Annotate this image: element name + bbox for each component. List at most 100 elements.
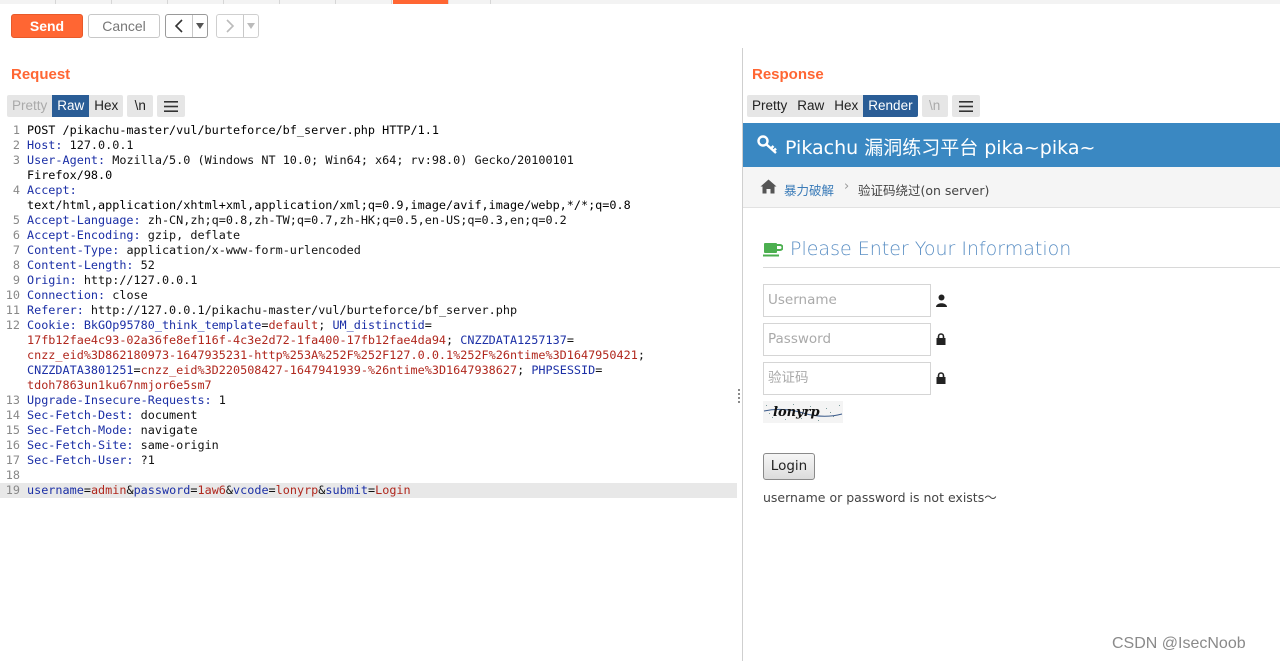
editor-line[interactable]: 8 Content-Length: 52 — [0, 258, 737, 273]
token: Login — [375, 483, 411, 497]
line-number: 17 — [5, 453, 20, 467]
key-icon — [757, 135, 777, 154]
editor-line[interactable]: 14 Sec-Fetch-Dest: document — [0, 408, 737, 423]
request-tab-hex[interactable]: Hex — [89, 95, 124, 117]
token: & — [126, 483, 134, 497]
breadcrumb-current: 验证码绕过(on server) — [858, 183, 990, 198]
forward-nav-group — [216, 14, 259, 38]
editor-line[interactable]: 15 Sec-Fetch-Mode: navigate — [0, 423, 737, 438]
editor-line[interactable]: 2 Host: 127.0.0.1 — [0, 138, 737, 153]
forward-button[interactable] — [217, 15, 243, 37]
response-tab-raw[interactable]: Raw — [792, 95, 830, 117]
line-number: 13 — [5, 393, 20, 407]
header-value: Mozilla/5.0 (Windows NT 10.0; Win64; x64… — [105, 153, 574, 167]
line-number: 4 — [12, 183, 20, 197]
editor-line[interactable]: 16 Sec-Fetch-Site: same-origin — [0, 438, 737, 453]
home-icon[interactable] — [760, 179, 777, 194]
header-name: Host: — [27, 138, 63, 152]
editor-line[interactable]: 6 Accept-Encoding: gzip, deflate — [0, 228, 737, 243]
header-value: zh-CN,zh;q=0.8,zh-TW;q=0.7,zh-HK;q=0.5,e… — [140, 213, 567, 227]
send-button[interactable]: Send — [11, 14, 83, 38]
editor-line[interactable]: 13 Upgrade-Insecure-Requests: 1 — [0, 393, 737, 408]
editor-line[interactable]: 9 Origin: http://127.0.0.1 — [0, 273, 737, 288]
header-value: close — [105, 288, 148, 302]
editor-line[interactable]: 4 Accept: — [0, 183, 737, 198]
breadcrumb-link[interactable]: 暴力破解 — [784, 180, 834, 199]
line-number: 5 — [12, 213, 20, 227]
forward-history-dropdown[interactable] — [243, 15, 258, 37]
breadcrumb: 暴力破解 › 验证码绕过(on server) — [743, 167, 1280, 208]
token: 17fb12fae4c93-02a36fe8ef116f-4c3e2d72-1f… — [27, 333, 447, 347]
editor-line[interactable]: 10 Connection: close — [0, 288, 737, 303]
header-name: Sec-Fetch-User: — [27, 453, 134, 467]
token: vcode — [233, 483, 269, 497]
editor-line[interactable]: 5 Accept-Language: zh-CN,zh;q=0.8,zh-TW;q… — [0, 213, 737, 228]
token: CNZZDATA3801251 — [27, 363, 134, 377]
editor-line[interactable]: Firefox/98.0 — [0, 168, 737, 183]
token: = — [133, 363, 141, 377]
header-name: Upgrade-Insecure-Requests: — [27, 393, 212, 407]
request-tab-pretty[interactable]: Pretty — [7, 95, 53, 117]
back-button[interactable] — [166, 15, 192, 37]
header-value: 127.0.0.1 — [62, 138, 134, 152]
header-value: http://127.0.0.1 — [76, 273, 198, 287]
cancel-button[interactable]: Cancel — [88, 14, 160, 38]
line-number: 19 — [5, 483, 20, 497]
password-input[interactable]: Password — [763, 323, 931, 356]
editor-line[interactable]: CNZZDATA3801251=cnzz_eid%3D220508427-164… — [0, 363, 737, 378]
request-title: Request — [11, 66, 71, 83]
captcha-input[interactable]: 验证码 — [763, 362, 931, 395]
line-text: Firefox/98.0 — [27, 168, 113, 182]
line-number: 11 — [5, 303, 20, 317]
username-input[interactable]: Username — [763, 284, 931, 317]
editor-line[interactable]: cnzz_eid%3D862180973-1647935231-http%253… — [0, 348, 737, 363]
token: CNZZDATA1257137 — [460, 333, 567, 347]
request-tab-raw[interactable]: Raw — [52, 95, 90, 117]
line-text: User-Agent: Mozilla/5.0 (Windows NT 10.0… — [27, 153, 574, 168]
header-value: 52 — [133, 258, 155, 272]
request-editor[interactable]: 1 POST /pikachu-master/vul/burteforce/bf_… — [0, 123, 737, 661]
editor-line[interactable]: 18 — [0, 468, 737, 483]
hamburger-menu-icon — [958, 100, 973, 112]
response-options-menu[interactable] — [951, 95, 980, 117]
response-tab-hex[interactable]: Hex — [829, 95, 864, 117]
header-value: document — [133, 408, 198, 422]
editor-line[interactable]: 3 User-Agent: Mozilla/5.0 (Windows NT 10.… — [0, 153, 737, 168]
pane-resize-handle[interactable] — [737, 389, 741, 405]
response-format-bar: Pretty Raw Hex Render \n — [747, 95, 980, 117]
editor-line[interactable]: 7 Content-Type: application/x-www-form-ur… — [0, 243, 737, 258]
captcha-image[interactable]: lonyrp — [763, 401, 843, 423]
editor-line[interactable]: 17fb12fae4c93-02a36fe8ef116f-4c3e2d72-1f… — [0, 333, 737, 348]
lock-icon — [936, 333, 946, 345]
header-name: Content-Length: — [27, 258, 134, 272]
token: password — [133, 483, 191, 497]
editor-line[interactable]: 19 username=admin&password=1aw6&vcode=lon… — [0, 483, 737, 498]
response-tab-render[interactable]: Render — [863, 95, 918, 117]
token: default — [268, 318, 319, 332]
request-options-menu[interactable] — [157, 95, 186, 117]
chevron-left-icon — [174, 19, 183, 33]
header-value: http://127.0.0.1/pikachu-master/vul/burt… — [83, 303, 518, 317]
token: ; — [517, 363, 532, 377]
editor-line[interactable]: 17 Sec-Fetch-User: ?1 — [0, 453, 737, 468]
line-number: 18 — [5, 468, 20, 482]
login-button[interactable]: Login — [763, 453, 815, 480]
header-name: Accept: — [27, 183, 77, 197]
editor-line[interactable]: 12 Cookie: BkGOp95780_think_template=defa… — [0, 318, 737, 333]
line-number: 1 — [12, 123, 20, 137]
editor-line[interactable]: 11 Referer: http://127.0.0.1/pikachu-mast… — [0, 303, 737, 318]
header-value: application/x-www-form-urlencoded — [119, 243, 361, 257]
token: ; — [637, 348, 645, 362]
editor-line[interactable]: text/html,application/xhtml+xml,applicat… — [0, 198, 737, 213]
back-history-dropdown[interactable] — [192, 15, 207, 37]
login-error-message: username or password is not exists～ — [763, 490, 997, 505]
token: admin — [90, 483, 127, 497]
request-format-bar: Pretty Raw Hex \n — [7, 95, 186, 117]
response-tab-pretty[interactable]: Pretty — [747, 95, 793, 117]
line-text: Accept: — [27, 183, 77, 198]
request-newline-toggle[interactable]: \n — [127, 95, 154, 117]
response-newline-toggle[interactable]: \n — [921, 95, 948, 117]
editor-line[interactable]: 1 POST /pikachu-master/vul/burteforce/bf_… — [0, 123, 737, 138]
editor-line[interactable]: tdoh7863un1ku67nmjor6e5sm7 — [0, 378, 737, 393]
